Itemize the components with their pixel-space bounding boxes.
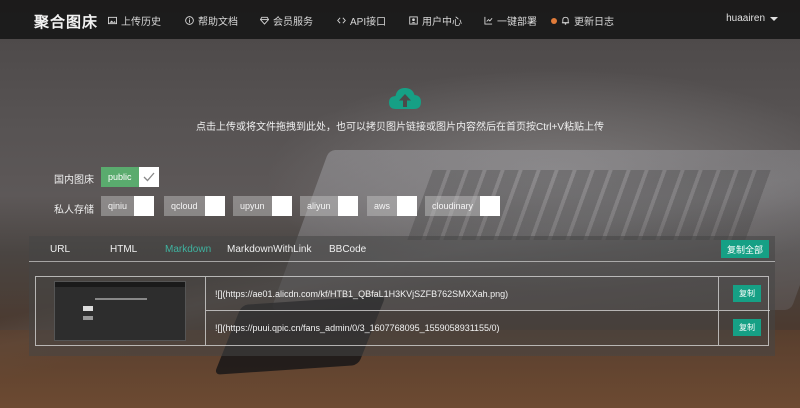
copy-cell: 复制: [718, 311, 770, 345]
private-storage-label: 私人存储: [54, 205, 94, 216]
checkbox[interactable]: [337, 196, 358, 216]
copy-all-button[interactable]: 复制全部: [720, 240, 769, 258]
copy-cell: 复制: [718, 277, 770, 310]
link-row: ![](https://puui.qpic.cn/fans_admin/0/3_…: [206, 311, 770, 345]
bell-icon: [561, 16, 570, 25]
storage-option-name: public: [101, 167, 139, 187]
format-tabs: URL HTML Markdown MarkdownWithLink BBCod…: [29, 236, 775, 262]
top-navbar: 聚合图床 上传历史 帮助文档 会员服务 API接口 用户中心 一键部署 更新日志…: [0, 0, 800, 39]
nav-api[interactable]: API接口: [337, 13, 386, 28]
storage-option-name: upyun: [233, 196, 272, 216]
user-menu[interactable]: huaairen: [726, 13, 778, 24]
storage-option-aws[interactable]: aws: [367, 196, 418, 216]
nav-changelog[interactable]: 更新日志: [551, 13, 614, 28]
tab-markdown-with-link[interactable]: MarkdownWithLink: [227, 244, 311, 255]
tab-bbcode[interactable]: BBCode: [329, 244, 366, 255]
checkbox[interactable]: [138, 167, 159, 187]
deploy-icon: [484, 16, 493, 25]
link-row: ![](https://ae01.alicdn.com/kf/HTB1_QBfa…: [206, 277, 770, 311]
thumbnail-box: [83, 316, 93, 320]
tab-html[interactable]: HTML: [110, 244, 137, 255]
checkbox[interactable]: [134, 196, 155, 216]
tab-url[interactable]: URL: [50, 244, 70, 255]
nav-one-click-deploy[interactable]: 一键部署: [484, 13, 537, 28]
storage-option-name: cloudinary: [425, 196, 481, 216]
checkbox[interactable]: [204, 196, 225, 216]
info-circle-icon: [185, 16, 194, 25]
result-item: ![](https://ae01.alicdn.com/kf/HTB1_QBfa…: [35, 276, 770, 346]
storage-option-public[interactable]: public: [101, 167, 159, 187]
nav-label: 一键部署: [497, 17, 537, 28]
image-icon: [108, 16, 117, 25]
checkbox[interactable]: [397, 196, 418, 216]
storage-option-upyun[interactable]: upyun: [233, 196, 292, 216]
upload-hint[interactable]: 点击上传或将文件拖拽到此处，也可以拷贝图片链接或图片内容然后在首页按Ctrl+V…: [0, 118, 800, 133]
storage-option-aliyun[interactable]: aliyun: [300, 196, 358, 216]
thumbnail-line: [95, 298, 147, 300]
domestic-storage-label: 国内图床: [54, 175, 94, 186]
storage-option-name: aws: [367, 196, 398, 216]
code-icon: [337, 17, 346, 24]
tab-markdown[interactable]: Markdown: [165, 244, 211, 255]
check-icon: [143, 172, 155, 182]
nav-label: 上传历史: [121, 17, 161, 28]
storage-option-qcloud[interactable]: qcloud: [164, 196, 225, 216]
link-text[interactable]: ![](https://puui.qpic.cn/fans_admin/0/3_…: [215, 323, 500, 333]
brand-logo[interactable]: 聚合图床: [34, 11, 98, 32]
thumbnail-navbar: [55, 282, 185, 287]
nav-label: 帮助文档: [198, 17, 238, 28]
storage-option-name: qiniu: [101, 196, 135, 216]
nav-label: API接口: [350, 17, 387, 28]
username: huaairen: [726, 13, 765, 24]
thumbnail-box: [83, 306, 93, 311]
nav-membership[interactable]: 会员服务: [260, 13, 313, 28]
storage-option-cloudinary[interactable]: cloudinary: [425, 196, 501, 216]
cloud-upload-icon[interactable]: [387, 85, 423, 113]
nav-label: 更新日志: [574, 17, 614, 28]
update-dot: [551, 17, 557, 24]
link-text[interactable]: ![](https://ae01.alicdn.com/kf/HTB1_QBfa…: [215, 289, 508, 299]
storage-option-qiniu[interactable]: qiniu: [101, 196, 155, 216]
copy-button[interactable]: 复制: [733, 319, 761, 336]
nav-label: 会员服务: [273, 17, 313, 28]
copy-button[interactable]: 复制: [733, 285, 761, 302]
nav-user-center[interactable]: 用户中心: [409, 13, 462, 28]
results-panel: URL HTML Markdown MarkdownWithLink BBCod…: [29, 236, 775, 356]
user-icon: [409, 16, 418, 25]
diamond-icon: [260, 16, 269, 25]
image-thumbnail[interactable]: [54, 281, 186, 341]
nav-upload-history[interactable]: 上传历史: [108, 13, 161, 28]
nav-label: 用户中心: [422, 17, 462, 28]
checkbox[interactable]: [480, 196, 501, 216]
checkbox[interactable]: [271, 196, 292, 216]
thumbnail-cell: [36, 277, 206, 345]
storage-option-name: qcloud: [164, 196, 205, 216]
nav-help-docs[interactable]: 帮助文档: [185, 13, 238, 28]
chevron-down-icon: [770, 16, 778, 21]
storage-option-name: aliyun: [300, 196, 338, 216]
